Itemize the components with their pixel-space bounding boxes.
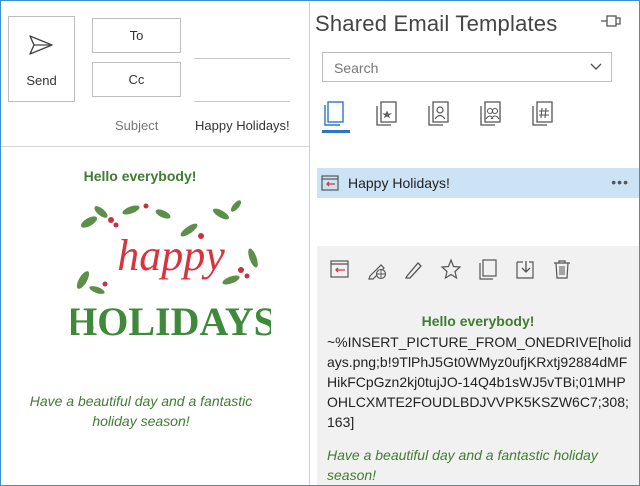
pane-title: Shared Email Templates <box>315 11 558 36</box>
insert-button[interactable] <box>329 258 351 280</box>
hashtag-templates-icon <box>532 101 553 126</box>
to-field[interactable] <box>194 58 290 59</box>
delete-button[interactable] <box>551 258 573 280</box>
compose-area: Send To Cc Subject Happy Holidays! Hello… <box>1 1 309 485</box>
tab-my-templates[interactable] <box>426 99 454 129</box>
preview-closing: Have a beautiful day and a fantastic hol… <box>327 447 598 483</box>
send-button-label: Send <box>26 73 57 88</box>
body-greeting: Hello everybody! <box>83 168 197 184</box>
to-button[interactable]: To <box>92 18 181 53</box>
all-templates-icon <box>324 101 344 126</box>
insert-icon <box>330 260 349 278</box>
edit-online-icon <box>368 264 387 280</box>
search-box[interactable]: Search <box>322 52 612 82</box>
cc-button[interactable]: Cc <box>92 62 181 97</box>
send-button[interactable]: Send <box>8 16 75 102</box>
preview-macro: ~%INSERT_PICTURE_FROM_ONEDRIVE[holidays.… <box>327 334 632 430</box>
preview-greeting: Hello everybody! <box>421 313 535 329</box>
templates-pane: Shared Email Templates Search Happy Holi… <box>310 1 639 485</box>
search-placeholder: Search <box>334 60 379 76</box>
send-icon <box>29 35 53 55</box>
image-word-holidays: HOLIDAYS <box>71 299 271 344</box>
template-item-label: Happy Holidays! <box>348 175 450 191</box>
template-category-tabs <box>322 99 622 139</box>
cc-field[interactable] <box>194 101 290 102</box>
subject-label: Subject <box>115 118 159 133</box>
delete-icon <box>554 260 570 279</box>
copy-button[interactable] <box>477 258 499 280</box>
favorite-icon <box>440 258 462 280</box>
template-item-happy-holidays[interactable]: Happy Holidays! ••• <box>317 168 639 198</box>
tab-hashtag-templates[interactable] <box>530 99 558 129</box>
tab-favorites[interactable] <box>374 99 402 129</box>
favorite-button[interactable] <box>440 258 462 280</box>
tab-all-templates[interactable] <box>322 99 350 133</box>
template-preview: Hello everybody! ~%INSERT_PICTURE_FROM_O… <box>317 246 639 485</box>
preview-toolbar <box>327 258 627 282</box>
edit-button[interactable] <box>403 258 425 280</box>
chevron-down-icon[interactable] <box>590 63 602 71</box>
move-button[interactable] <box>514 258 536 280</box>
move-icon <box>516 261 534 279</box>
template-icon <box>321 175 339 191</box>
edit-icon <box>404 262 422 279</box>
active-tab-indicator <box>322 130 350 133</box>
shared-templates-icon <box>480 101 501 126</box>
favorites-icon <box>376 101 397 126</box>
subject-field[interactable]: Happy Holidays! <box>195 118 290 133</box>
image-word-happy: happy <box>117 231 225 280</box>
tab-shared-templates[interactable] <box>478 99 506 129</box>
compose-header: Send To Cc Subject Happy Holidays! <box>1 1 309 147</box>
pin-icon[interactable] <box>600 14 622 28</box>
happy-holidays-image: happy HOLIDAYS <box>71 200 271 344</box>
my-templates-icon <box>428 101 449 126</box>
edit-online-button[interactable] <box>366 258 388 280</box>
copy-icon <box>479 259 497 280</box>
more-options-button[interactable]: ••• <box>611 174 629 190</box>
message-body[interactable]: Hello everybody! happy HOLIDAYS Have a b… <box>1 148 309 485</box>
body-closing: Have a beautiful day and a fantastic hol… <box>29 393 253 429</box>
